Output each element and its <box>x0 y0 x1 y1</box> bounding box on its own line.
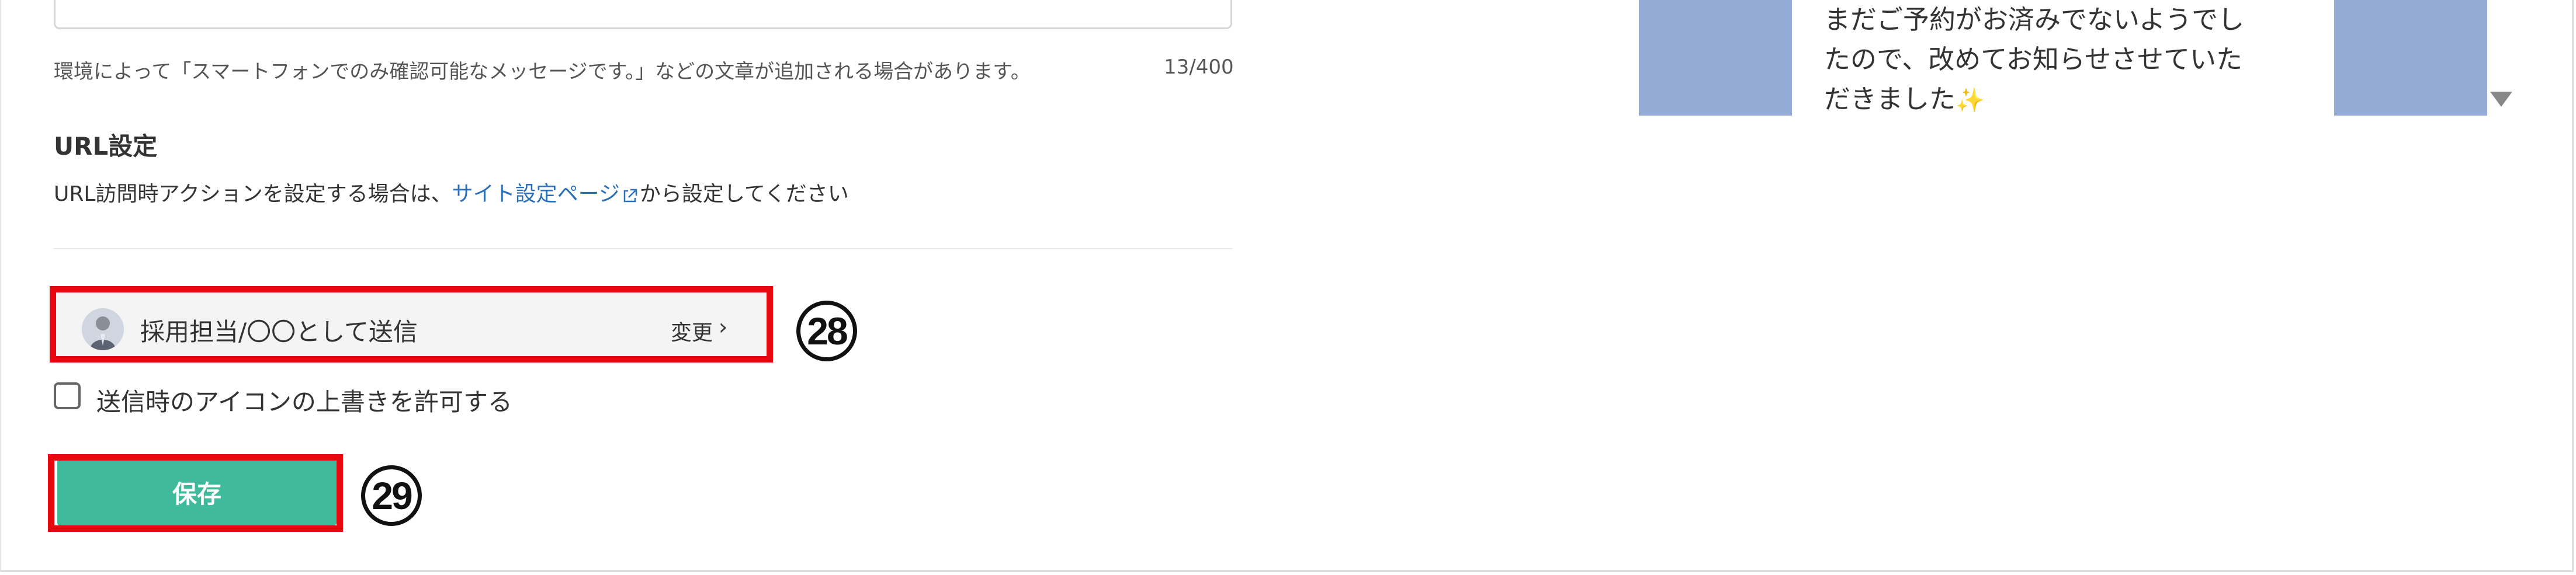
preview-image-right <box>2334 0 2487 116</box>
preview-image-left <box>1639 0 1792 116</box>
annotation-number-29: 29 <box>361 465 422 526</box>
preview-line: まだご予約がお済みでないようでし <box>1824 4 2245 35</box>
override-icon-checkbox[interactable] <box>54 382 81 409</box>
override-icon-label: 送信時のアイコンの上書きを許可する <box>96 388 512 416</box>
sparkle-icon: ✨ <box>1956 87 1985 114</box>
preview-line-text: だきました <box>1824 83 1956 114</box>
save-highlight-box <box>48 454 343 532</box>
preview-line-last: だきました✨ <box>1824 79 2334 120</box>
char-counter: 13/400 <box>1164 55 1234 79</box>
preview-message-bubble: まだご予約がお済みでないようでし たので、改めてお知らせさせていた だきました✨ <box>1792 0 2334 123</box>
site-settings-link[interactable]: サイト設定ページ <box>452 182 620 206</box>
url-settings-title: URL設定 <box>54 132 158 161</box>
preview-line: たので、改めてお知らせさせていた <box>1824 44 2242 75</box>
url-settings-description: URL訪問時アクションを設定する場合は、サイト設定ページ から設定してください <box>54 177 849 207</box>
url-desc-prefix: URL訪問時アクションを設定する場合は、 <box>54 182 452 206</box>
section-divider <box>54 248 1232 249</box>
message-note: 環境によって「スマートフォンでのみ確認可能なメッセージです。」などの文章が追加さ… <box>54 60 1031 83</box>
scroll-down-arrow-icon[interactable] <box>2490 92 2512 107</box>
url-desc-suffix: から設定してください <box>639 182 849 206</box>
message-textarea[interactable] <box>54 0 1232 29</box>
external-link-icon <box>621 186 639 204</box>
annotation-number-28: 28 <box>796 301 857 361</box>
sender-highlight-box <box>50 286 773 363</box>
